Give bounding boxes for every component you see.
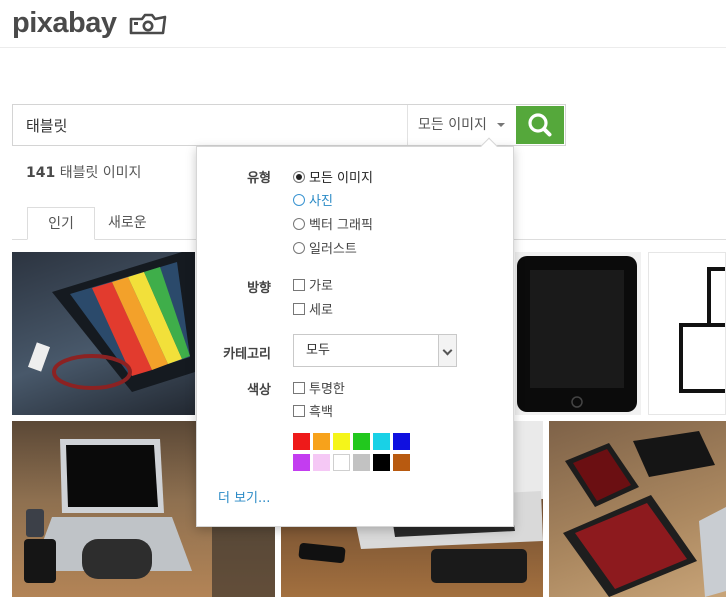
search-input[interactable] <box>13 105 406 145</box>
color-swatch[interactable] <box>353 454 370 471</box>
tab-popular[interactable]: 인기 <box>27 207 95 240</box>
gallery-tile-6[interactable] <box>549 421 726 597</box>
color-swatch[interactable] <box>313 454 330 471</box>
color-swatch[interactable] <box>313 433 330 450</box>
filter-category-label: 카테고리 <box>223 347 271 362</box>
color-swatch[interactable] <box>393 454 410 471</box>
device-sketch-icon <box>679 267 725 393</box>
color-swatch[interactable] <box>333 433 350 450</box>
type-option-photo[interactable]: 사진 <box>293 193 333 211</box>
color-swatch[interactable] <box>333 454 350 471</box>
filter-color-label: 색상 <box>247 383 271 398</box>
gallery-tile-2[interactable] <box>515 252 641 415</box>
radio-icon <box>293 242 305 254</box>
color-swatch[interactable] <box>393 433 410 450</box>
image-type-dropdown[interactable]: 모든 이미지 <box>407 105 515 145</box>
category-value: 모두 <box>306 343 330 358</box>
checkbox-icon <box>293 405 305 417</box>
orientation-option-vertical[interactable]: 세로 <box>293 302 333 320</box>
tablet-photo-icon <box>563 431 726 597</box>
tab-new[interactable]: 새로운 <box>98 207 157 240</box>
radio-selected-icon <box>293 171 305 183</box>
orientation-option-horizontal[interactable]: 가로 <box>293 278 333 296</box>
type-option-vector[interactable]: 벡터 그래픽 <box>293 217 373 235</box>
radio-icon <box>293 194 305 206</box>
search-button[interactable] <box>516 106 564 144</box>
checkbox-icon <box>293 382 305 394</box>
caret-down-icon <box>497 123 505 127</box>
tablet-photo-icon <box>517 256 637 412</box>
category-select[interactable]: 모두 <box>293 334 457 367</box>
radio-icon <box>293 218 305 230</box>
search-bar: 모든 이미지 <box>12 104 566 146</box>
checkbox-icon <box>293 303 305 315</box>
filter-orientation-label: 방향 <box>247 281 271 296</box>
color-option-transparent[interactable]: 투명한 <box>293 381 345 399</box>
gallery-tile-3[interactable] <box>648 252 726 415</box>
chevron-down-icon <box>438 335 456 366</box>
gallery-tile-1[interactable] <box>12 252 195 415</box>
checkbox-icon <box>293 279 305 291</box>
search-icon <box>528 113 552 137</box>
color-swatch[interactable] <box>373 454 390 471</box>
top-bar: pixabay <box>0 0 726 48</box>
color-swatch[interactable] <box>293 433 310 450</box>
pixabay-logo[interactable]: pixabay <box>12 6 117 40</box>
filter-panel: 유형 모든 이미지 사진 벡터 그래픽 일러스트 방향 가로 세로 카테고리 모… <box>196 137 514 527</box>
filter-type-label: 유형 <box>247 171 271 186</box>
image-type-label: 모든 이미지 <box>418 117 487 133</box>
color-swatch[interactable] <box>373 433 390 450</box>
color-swatch[interactable] <box>293 454 310 471</box>
more-filters-link[interactable]: 더 보기... <box>218 487 270 506</box>
result-count: 141 태블릿 이미지 <box>26 162 141 182</box>
color-option-grayscale[interactable]: 흑백 <box>293 404 333 422</box>
type-option-all[interactable]: 모든 이미지 <box>293 170 373 188</box>
result-count-label: 태블릿 이미지 <box>59 165 142 181</box>
tablet-photo-icon <box>27 252 195 392</box>
result-count-number: 141 <box>26 165 56 181</box>
color-swatch[interactable] <box>353 433 370 450</box>
type-option-illustration[interactable]: 일러스트 <box>293 241 357 259</box>
camera-icon <box>129 13 167 35</box>
